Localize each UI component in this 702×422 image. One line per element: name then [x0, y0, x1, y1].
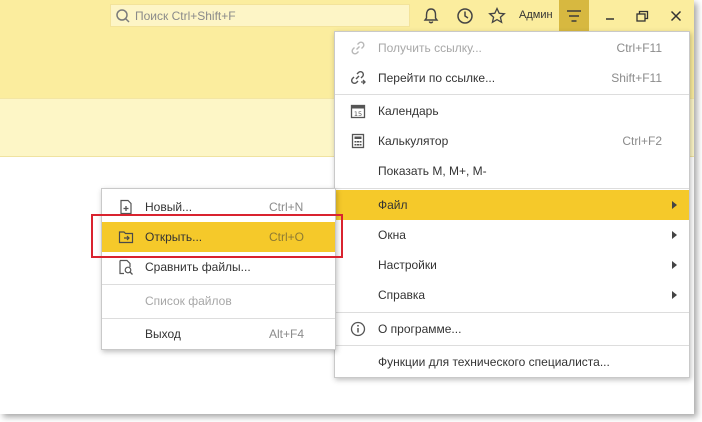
menu-item-get-link[interactable]: Получить ссылку... Ctrl+F11 [335, 33, 689, 63]
menu-separator [335, 94, 689, 95]
submenu-arrow-icon [672, 231, 677, 239]
menu-separator [335, 312, 689, 313]
title-bar: Поиск Ctrl+Shift+F Админ [0, 0, 694, 32]
menu-item-file[interactable]: Файл [335, 190, 689, 220]
star-icon[interactable] [487, 6, 507, 26]
menu-separator [335, 188, 689, 189]
submenu-arrow-icon [672, 291, 677, 299]
restore-icon[interactable] [632, 6, 652, 26]
hamburger-menu-icon [567, 10, 581, 22]
search-placeholder: Поиск Ctrl+Shift+F [135, 9, 236, 23]
current-user[interactable]: Админ [519, 9, 553, 21]
menu-item-settings[interactable]: Настройки [335, 250, 689, 280]
search-icon [116, 9, 130, 23]
search-input[interactable]: Поиск Ctrl+Shift+F [110, 4, 410, 27]
info-icon [350, 321, 366, 337]
bell-icon[interactable] [421, 6, 441, 26]
highlight-frame [91, 214, 343, 258]
app-window: Поиск Ctrl+Shift+F Админ Получить ссылку… [0, 0, 694, 414]
goto-link-icon [350, 70, 366, 85]
close-icon[interactable] [666, 6, 686, 26]
menu-item-help[interactable]: Справка [335, 280, 689, 310]
file-submenu: Новый... Ctrl+N Открыть... Ctrl+O Сравни… [101, 188, 336, 350]
submenu-arrow-icon [672, 201, 677, 209]
menu-separator [335, 345, 689, 346]
link-icon [351, 41, 365, 55]
menu-item-windows[interactable]: Окна [335, 220, 689, 250]
history-icon[interactable] [455, 6, 475, 26]
menu-item-calculator[interactable]: Калькулятор Ctrl+F2 [335, 126, 689, 156]
file-menu-item-file-list[interactable]: Список файлов [102, 286, 335, 316]
menu-item-goto-link[interactable]: Перейти по ссылке... Shift+F11 [335, 63, 689, 93]
minimize-icon[interactable] [600, 6, 620, 26]
svg-text:15: 15 [354, 110, 362, 118]
compare-files-icon [119, 259, 133, 275]
calendar-icon: 15 [350, 104, 366, 119]
main-menu-button[interactable] [559, 0, 589, 32]
menu-item-about[interactable]: О программе... [335, 314, 689, 344]
menu-separator [102, 284, 335, 285]
calculator-icon [351, 133, 365, 149]
file-menu-item-exit[interactable]: Выход Alt+F4 [102, 319, 335, 349]
menu-item-show-memory[interactable]: Показать М, М+, М- [335, 156, 689, 186]
new-file-icon [120, 199, 132, 215]
menu-item-calendar[interactable]: 15 Календарь [335, 96, 689, 126]
submenu-arrow-icon [672, 261, 677, 269]
menu-item-tech-functions[interactable]: Функции для технического специалиста... [335, 347, 689, 377]
main-menu-dropdown: Получить ссылку... Ctrl+F11 Перейти по с… [334, 31, 690, 378]
